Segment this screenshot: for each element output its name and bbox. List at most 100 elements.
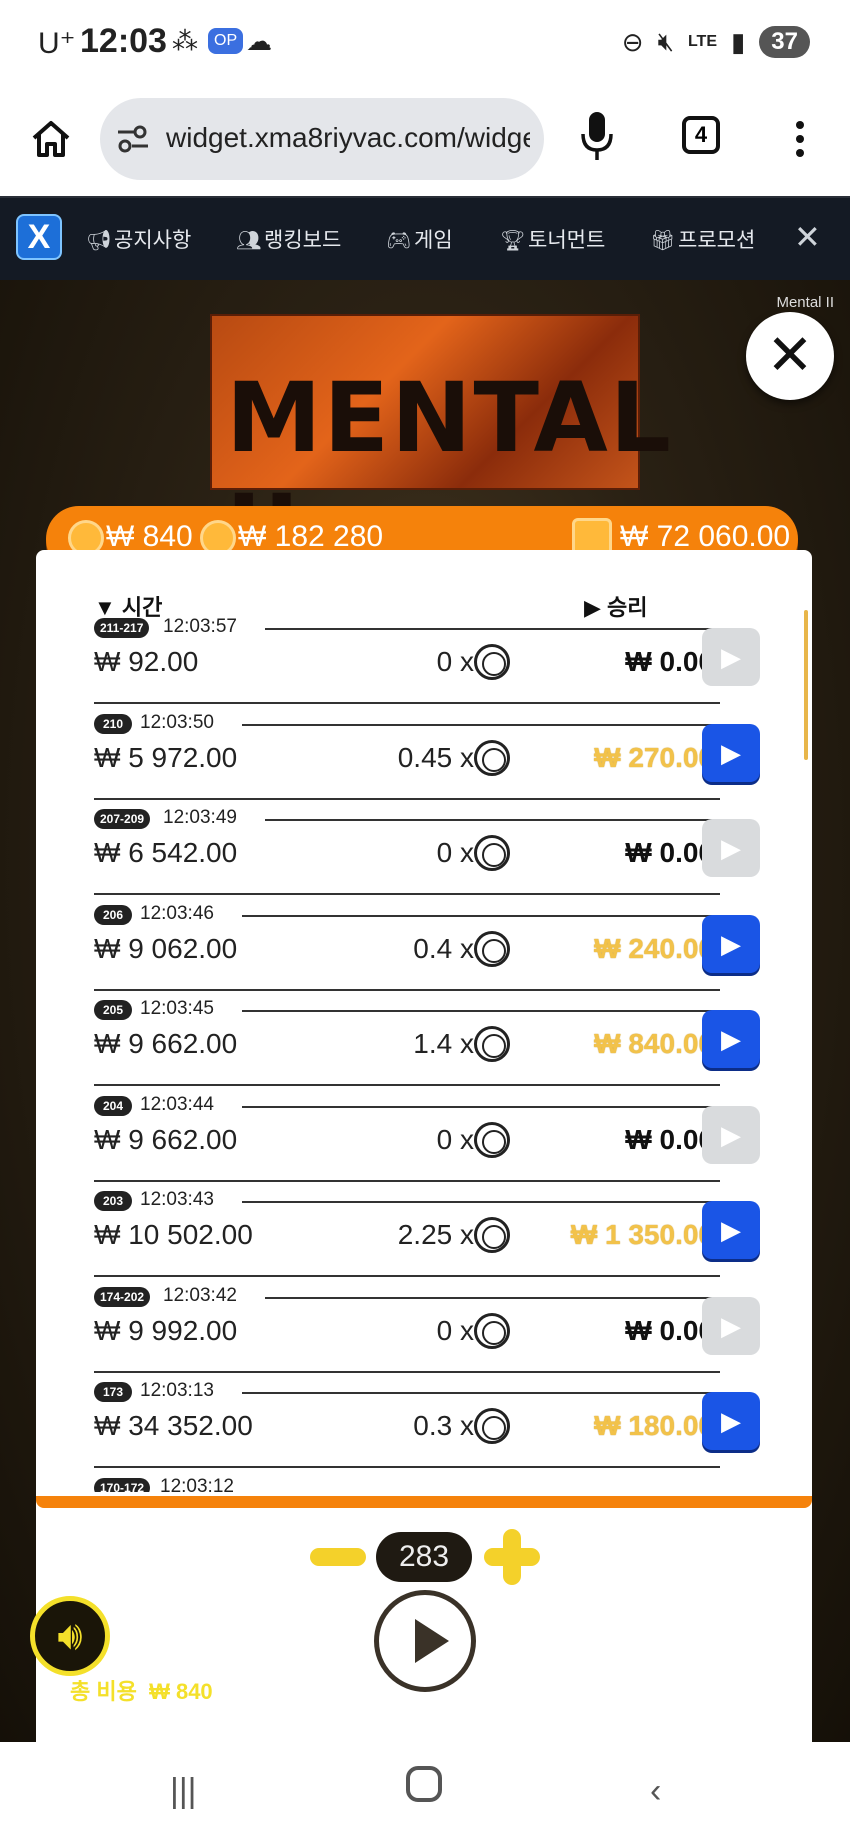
round-tag: 206 xyxy=(94,904,132,925)
increase-button[interactable] xyxy=(484,1529,540,1585)
row-divider xyxy=(242,1201,720,1203)
round-time: 12:03:46 xyxy=(140,902,214,924)
replay-button: ▶ xyxy=(702,1296,760,1355)
row-separator xyxy=(94,893,720,895)
panel-footer xyxy=(36,1496,812,1508)
multiplier: 0 x xyxy=(436,646,474,677)
nav-notice[interactable]: 📢︎ 공지사항 xyxy=(86,224,191,254)
nav-tournament[interactable]: 🏆︎ 토너먼트 xyxy=(500,224,605,254)
clock: 12:03 xyxy=(80,22,167,60)
round-time: 12:03:44 xyxy=(140,1093,214,1115)
bet-controls: 283 xyxy=(0,1516,850,1596)
history-row: 203 12:03:43 ₩ 10 502.00 2.25 x ₩ 1 350.00 xyxy=(94,1189,720,1285)
nav-tournament-label: 토너먼트 xyxy=(528,229,606,252)
round-tag: 207-209 xyxy=(94,809,151,829)
bet-amount: ₩ 34 352.00 xyxy=(94,1410,253,1441)
round-time: 12:03:12 xyxy=(160,1475,234,1492)
replay-button[interactable]: ▶ xyxy=(702,1392,760,1450)
wallet-value: ₩ 72 060.00 xyxy=(620,520,791,553)
address-bar[interactable]: widget.xma8riyvac.com/widge xyxy=(100,98,544,180)
nav-promotion[interactable]: 🎁︎ 프로모션 xyxy=(650,224,755,254)
replay-button[interactable]: ▶ xyxy=(702,914,760,973)
replay-button[interactable]: ▶ xyxy=(702,1201,760,1259)
replay-button[interactable]: ▶ xyxy=(702,1010,760,1068)
round-time: 12:03:42 xyxy=(163,1284,237,1306)
win-amount: ₩ 1 350.00 xyxy=(570,1219,714,1250)
decrease-button[interactable] xyxy=(310,1548,366,1566)
status-icons: ⊖ 🔇︎ LTE ▮ 37 xyxy=(622,26,810,58)
history-row: 173 12:03:13 ₩ 34 352.00 0.3 x ₩ 180.00 xyxy=(94,1380,720,1476)
replay-button[interactable]: ▶ xyxy=(702,723,760,782)
total-cost-label: 총 비용 xyxy=(70,1679,137,1704)
multiplier: 1.4 x xyxy=(413,1028,474,1059)
close-icon[interactable]: ✕ xyxy=(794,218,821,256)
round-time: 12:03:45 xyxy=(140,998,214,1019)
history-row: 211-217 12:03:57 ₩ 92.00 0 x ₩ 0.00 xyxy=(94,616,720,712)
game-brand-label: Mental II xyxy=(776,294,834,311)
round-tag: 205 xyxy=(94,1000,132,1020)
row-divider xyxy=(265,628,720,630)
total-cost: 총 비용 ₩ 840 xyxy=(70,1674,213,1706)
row-separator xyxy=(94,1466,720,1468)
round-time: 12:03:57 xyxy=(163,616,237,637)
coin-b-value: ₩ 182 280 xyxy=(238,520,384,553)
round-tag: 210 xyxy=(94,713,132,734)
coin-icon xyxy=(474,835,510,871)
bet-amount: ₩ 9 662.00 xyxy=(94,1028,238,1059)
round-tag: 170-172 xyxy=(94,1477,151,1492)
system-nav-bar: ||| ‹ xyxy=(0,1742,850,1842)
tab-switcher-button[interactable]: 4 xyxy=(682,116,720,154)
home-button-icon[interactable] xyxy=(406,1766,442,1802)
bet-amount: ₩ 9 992.00 xyxy=(94,1314,238,1346)
carrier-label: U⁺ xyxy=(38,27,76,60)
replay-button: ▶ xyxy=(702,819,760,877)
back-icon[interactable]: ‹ xyxy=(650,1772,661,1811)
sound-icon[interactable]: 🔊︎ xyxy=(30,1596,110,1676)
bet-amount: ₩ 6 542.00 xyxy=(94,837,238,868)
multiplier: 2.25 x xyxy=(397,1219,474,1250)
nav-promotion-label: 프로모션 xyxy=(678,229,756,252)
history-row: 174-202 12:03:42 ₩ 9 992.00 0 x ₩ 0.00 xyxy=(94,1285,720,1381)
coin-icon xyxy=(474,1408,510,1444)
multiplier: 0 x xyxy=(436,1314,474,1346)
replay-button: ▶ xyxy=(702,628,760,686)
row-separator xyxy=(94,702,720,704)
home-icon[interactable] xyxy=(30,118,72,160)
balance-label: 잔고 xyxy=(645,1713,685,1736)
balance-value: ₩ 92.00 xyxy=(695,1713,774,1736)
bet-label: 베팅 xyxy=(70,1713,109,1736)
bet-amount: ₩ 9 062.00 xyxy=(94,932,238,964)
row-divider xyxy=(242,1105,720,1108)
microphone-icon[interactable] xyxy=(580,110,614,162)
game-area: Mental II MENTAL II ✕ ₩ 840 ₩ 182 280 ₩ … xyxy=(0,280,850,1742)
signal-icon: ▮ xyxy=(730,26,746,57)
bet-amount: ₩ 5 972.00 xyxy=(94,741,238,773)
overflow-menu-icon[interactable] xyxy=(788,118,812,158)
win-amount: ₩ 0.00 xyxy=(625,1314,714,1346)
site-logo[interactable]: X xyxy=(16,214,62,260)
multiplier: 0.4 x xyxy=(413,932,474,964)
win-amount: ₩ 0.00 xyxy=(625,646,714,677)
nav-leaderboard[interactable]: 👥︎ 랭킹보드 xyxy=(236,224,341,254)
trophy-icon: 🏆︎ xyxy=(500,230,526,252)
megaphone-icon: 📢︎ xyxy=(86,230,112,252)
win-amount: ₩ 240.00 xyxy=(594,932,714,964)
gift-icon: 🎁︎ xyxy=(650,230,676,252)
spin-play-button[interactable] xyxy=(374,1590,476,1692)
history-row: 207-209 12:03:49 ₩ 6 542.00 0 x ₩ 0.00 xyxy=(94,807,720,903)
coin-icon xyxy=(474,644,510,680)
row-divider xyxy=(242,723,720,726)
nav-games[interactable]: 🎮︎ 게임 xyxy=(386,224,453,254)
site-settings-icon[interactable] xyxy=(116,122,150,156)
history-row: 205 12:03:45 ₩ 9 662.00 1.4 x ₩ 840.00 xyxy=(94,998,720,1094)
history-row: 206 12:03:46 ₩ 9 062.00 0.4 x ₩ 240.00 xyxy=(94,903,720,999)
close-game-button[interactable]: ✕ xyxy=(746,312,834,400)
row-divider xyxy=(242,1010,720,1012)
bet-amount: ₩ 10 502.00 xyxy=(94,1219,253,1250)
total-cost-value: ₩ 840 xyxy=(149,1679,213,1704)
round-time: 12:03:43 xyxy=(140,1189,214,1210)
battery-badge: 37 xyxy=(759,26,810,58)
recents-icon[interactable]: ||| xyxy=(170,1772,197,1811)
history-scrollbar[interactable] xyxy=(804,610,808,760)
bet-counter: 283 xyxy=(376,1532,472,1582)
